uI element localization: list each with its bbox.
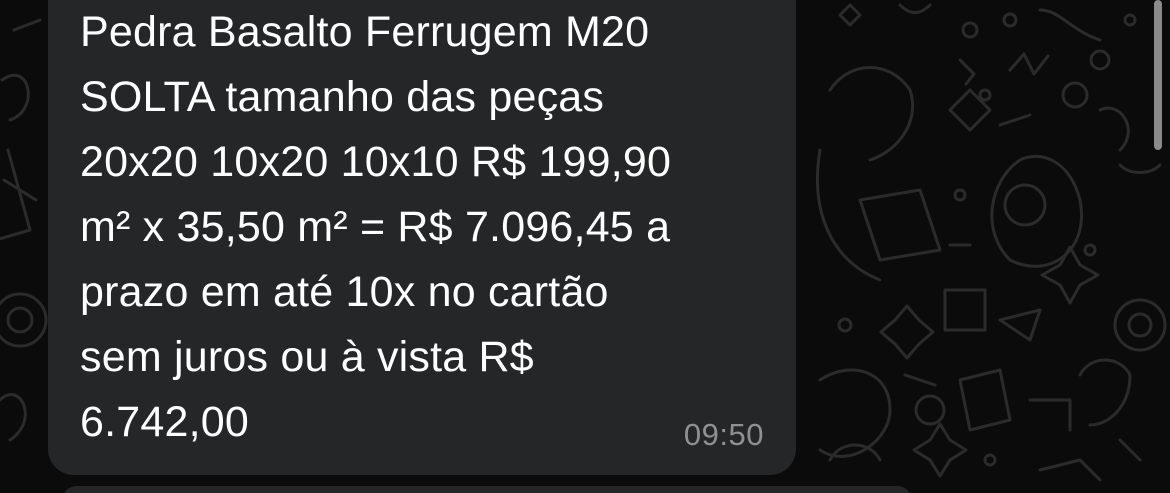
- next-message-bubble[interactable]: [62, 486, 912, 493]
- scrollbar[interactable]: [1154, 0, 1162, 150]
- message-text: Pedra Basalto Ferrugem M20 SOLTA tamanho…: [80, 8, 672, 446]
- chat-background: Pedra Basalto Ferrugem M20 SOLTA tamanho…: [0, 0, 1170, 493]
- message-timestamp: 09:50: [683, 417, 764, 452]
- message-bubble[interactable]: Pedra Basalto Ferrugem M20 SOLTA tamanho…: [48, 0, 796, 475]
